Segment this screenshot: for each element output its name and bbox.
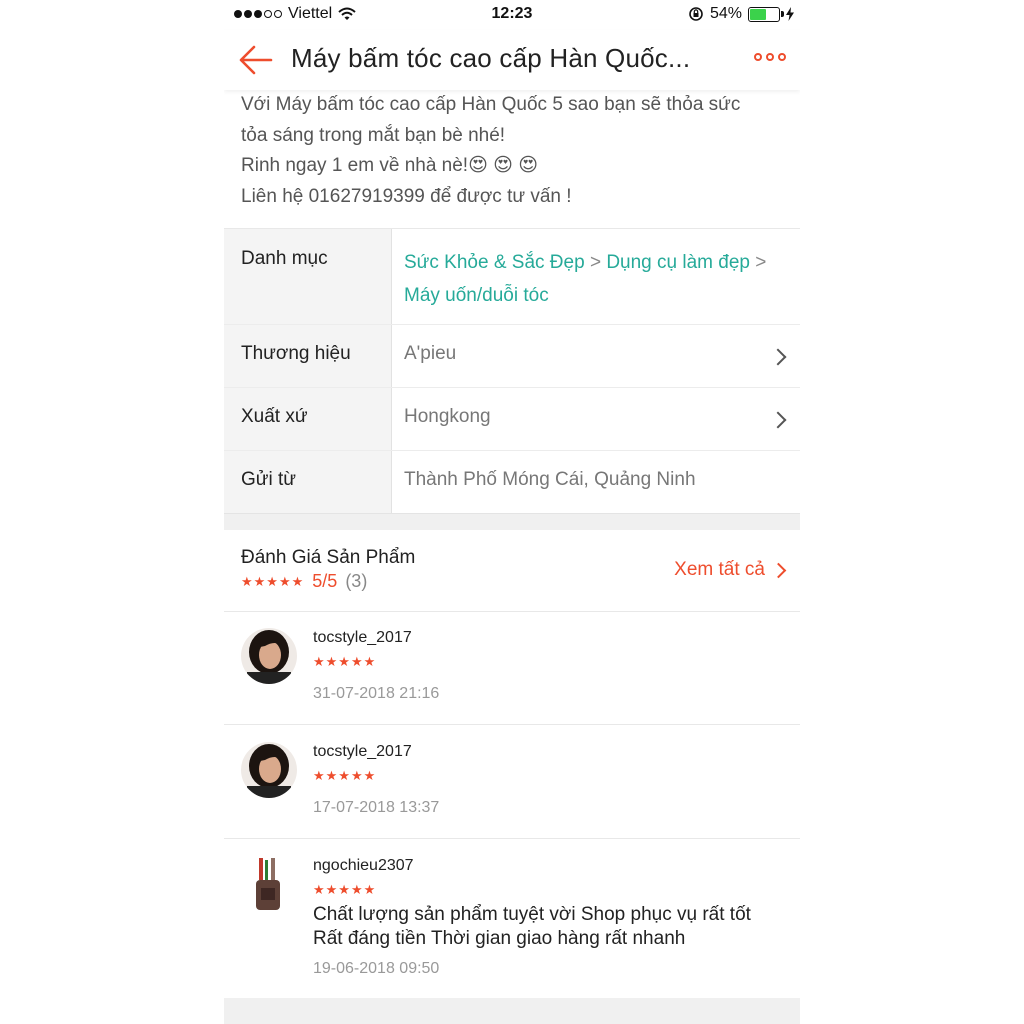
reviewer-avatar bbox=[241, 628, 297, 684]
chevron-right-icon[interactable] bbox=[769, 348, 787, 366]
reviewer-name: tocstyle_2017 bbox=[313, 629, 412, 646]
spec-key-ship-from: Gửi từ bbox=[241, 469, 296, 490]
origin-value: Hongkong bbox=[404, 406, 491, 427]
review-stars: ★★★★★ bbox=[313, 654, 377, 669]
section-divider bbox=[224, 998, 800, 1024]
product-description: Với Máy bấm tóc cao cấp Hàn Quốc 5 sao b… bbox=[241, 90, 786, 212]
category-link-hair-styler[interactable]: Máy uốn/duỗi tóc bbox=[404, 285, 549, 306]
category-separator: > bbox=[589, 252, 602, 273]
rating-count: (3) bbox=[345, 571, 368, 591]
battery-percent: 54% bbox=[709, 5, 742, 22]
description-line: Với Máy bấm tóc cao cấp Hàn Quốc 5 sao b… bbox=[241, 94, 741, 115]
category-link-beauty-tools[interactable]: Dụng cụ làm đẹp bbox=[606, 252, 750, 273]
reviewer-avatar bbox=[241, 742, 297, 798]
spec-key-category: Danh mục bbox=[241, 248, 328, 269]
reviews-title: Đánh Giá Sản Phẩm bbox=[241, 547, 416, 568]
reviews-header: Đánh Giá Sản Phẩm ★★★★★ 5/5 (3) Xem tất … bbox=[224, 529, 800, 612]
category-link-health-beauty[interactable]: Sức Khỏe & Sắc Đẹp bbox=[404, 252, 585, 273]
status-bar: Viettel 12:23 54% bbox=[224, 0, 800, 30]
spec-row-category: Danh mục Sức Khỏe & Sắc Đẹp > Dụng cụ là… bbox=[224, 229, 800, 325]
chevron-right-icon bbox=[770, 562, 787, 578]
spec-row-brand[interactable]: Thương hiệu A'pieu bbox=[224, 325, 800, 388]
reviewer-name: tocstyle_2017 bbox=[313, 743, 412, 760]
product-specs-table: Danh mục Sức Khỏe & Sắc Đẹp > Dụng cụ là… bbox=[224, 228, 800, 515]
spec-key-brand: Thương hiệu bbox=[241, 343, 351, 364]
spec-row-origin[interactable]: Xuất xứ Hongkong bbox=[224, 388, 800, 451]
review-date: 19-06-2018 09:50 bbox=[313, 960, 440, 977]
rating-stars: ★★★★★ bbox=[241, 573, 305, 589]
app-screen: Viettel 12:23 54% Máy bấm tóc cao cấp Hà… bbox=[224, 0, 800, 1024]
description-line: tỏa sáng trong mắt bạn bè nhé! bbox=[241, 124, 506, 146]
review-item: tocstyle_2017 ★★★★★ 17-07-2018 13:37 bbox=[224, 725, 800, 839]
description-line: Liên hệ 01627919399 để được tư vấn ! bbox=[241, 185, 572, 207]
review-text-line: Chất lượng sản phẩm tuyệt vời Shop phục … bbox=[313, 904, 751, 925]
category-separator: > bbox=[755, 252, 767, 273]
reviewer-name: ngochieu2307 bbox=[313, 857, 414, 874]
see-all-label: Xem tất cả bbox=[674, 559, 765, 580]
review-item: tocstyle_2017 ★★★★★ 31-07-2018 21:16 bbox=[224, 611, 800, 725]
battery-icon bbox=[748, 6, 784, 22]
ship-from-value: Thành Phố Móng Cái, Quảng Ninh bbox=[404, 469, 696, 490]
review-date: 31-07-2018 21:16 bbox=[313, 685, 440, 702]
review-text: Chất lượng sản phẩm tuyệt vời Shop phục … bbox=[313, 903, 751, 951]
review-stars: ★★★★★ bbox=[313, 768, 377, 783]
chevron-right-icon[interactable] bbox=[769, 411, 787, 429]
orientation-lock-icon bbox=[689, 7, 703, 21]
charging-bolt-icon bbox=[786, 7, 794, 21]
page-title: Máy bấm tóc cao cấp Hàn Quốc... bbox=[291, 43, 691, 73]
section-divider bbox=[224, 513, 800, 530]
back-arrow-icon[interactable] bbox=[238, 44, 274, 76]
reviews-rating: ★★★★★ 5/5 (3) bbox=[241, 571, 367, 592]
description-line: Rinh ngay 1 em về nhà nè!😍 😍 😍 bbox=[241, 155, 539, 176]
reviewer-avatar bbox=[241, 856, 297, 912]
rating-score: 5/5 bbox=[312, 571, 338, 591]
review-date: 17-07-2018 13:37 bbox=[313, 799, 440, 816]
spec-key-origin: Xuất xứ bbox=[241, 406, 308, 427]
review-item: ngochieu2307 ★★★★★ Chất lượng sản phẩm t… bbox=[224, 839, 800, 999]
see-all-reviews-link[interactable]: Xem tất cả bbox=[674, 559, 787, 581]
brand-value: A'pieu bbox=[404, 343, 457, 364]
top-navigation-bar: Máy bấm tóc cao cấp Hàn Quốc... bbox=[224, 30, 800, 90]
spec-row-ship-from: Gửi từ Thành Phố Móng Cái, Quảng Ninh bbox=[224, 451, 800, 515]
review-stars: ★★★★★ bbox=[313, 882, 377, 897]
more-options-icon[interactable] bbox=[754, 53, 786, 61]
review-text-line: Rất đáng tiền Thời gian giao hàng rất nh… bbox=[313, 928, 686, 949]
